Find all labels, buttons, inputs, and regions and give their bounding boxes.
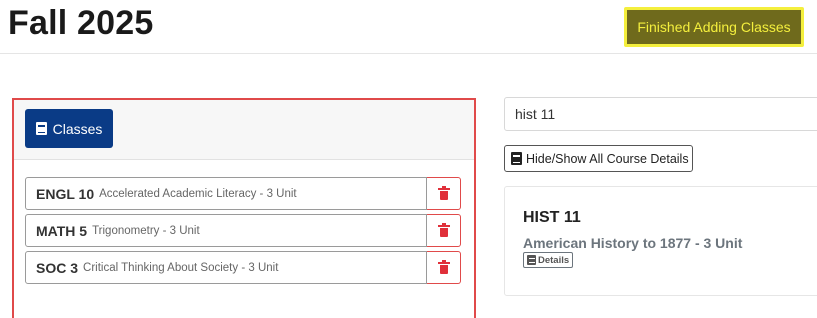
classes-button[interactable]: Classes — [25, 109, 113, 148]
book-icon — [35, 122, 47, 135]
class-code: MATH 5 — [36, 222, 88, 239]
course-result-card: HIST 11 American History to 1877 - 3 Uni… — [504, 186, 817, 296]
toggle-course-details-button[interactable]: Hide/Show All Course Details — [504, 145, 693, 172]
class-description: Critical Thinking About Society - 3 Unit — [83, 261, 279, 274]
trash-icon — [437, 185, 450, 200]
course-details-button[interactable]: Details — [523, 252, 574, 268]
book-icon — [527, 255, 536, 265]
classes-panel: Classes ENGL 10 Accelerated Academic Lit… — [12, 98, 476, 318]
class-description: Accelerated Academic Literacy - 3 Unit — [99, 187, 297, 200]
finished-adding-classes-button[interactable]: Finished Adding Classes — [627, 10, 801, 44]
toggle-course-details-label: Hide/Show All Course Details — [526, 151, 689, 166]
book-icon — [511, 152, 522, 165]
class-row: MATH 5 Trigonometry - 3 Unit — [25, 214, 461, 247]
class-description: Trigonometry - 3 Unit — [92, 224, 200, 237]
classes-panel-header: Classes — [14, 100, 474, 160]
trash-icon — [437, 259, 450, 274]
class-row: ENGL 10 Accelerated Academic Literacy - … — [25, 177, 461, 210]
class-item[interactable]: MATH 5 Trigonometry - 3 Unit — [25, 214, 427, 247]
course-code: HIST 11 — [523, 209, 581, 226]
course-title: American History to 1877 - 3 Unit — [523, 235, 743, 251]
class-code: ENGL 10 — [36, 185, 95, 202]
remove-class-button[interactable] — [427, 177, 461, 210]
course-search-input[interactable] — [504, 97, 817, 131]
class-item[interactable]: SOC 3 Critical Thinking About Society - … — [25, 251, 427, 284]
page-title: Fall 2025 — [8, 4, 154, 42]
class-row: SOC 3 Critical Thinking About Society - … — [25, 251, 461, 284]
class-item[interactable]: ENGL 10 Accelerated Academic Literacy - … — [25, 177, 427, 210]
trash-icon — [437, 222, 450, 237]
header-divider — [0, 53, 817, 54]
remove-class-button[interactable] — [427, 214, 461, 247]
class-code: SOC 3 — [36, 259, 79, 276]
class-list: ENGL 10 Accelerated Academic Literacy - … — [25, 177, 461, 288]
course-details-label: Details — [538, 254, 570, 266]
classes-button-label: Classes — [52, 120, 103, 137]
remove-class-button[interactable] — [427, 251, 461, 284]
finish-highlight: Finished Adding Classes — [624, 7, 804, 47]
